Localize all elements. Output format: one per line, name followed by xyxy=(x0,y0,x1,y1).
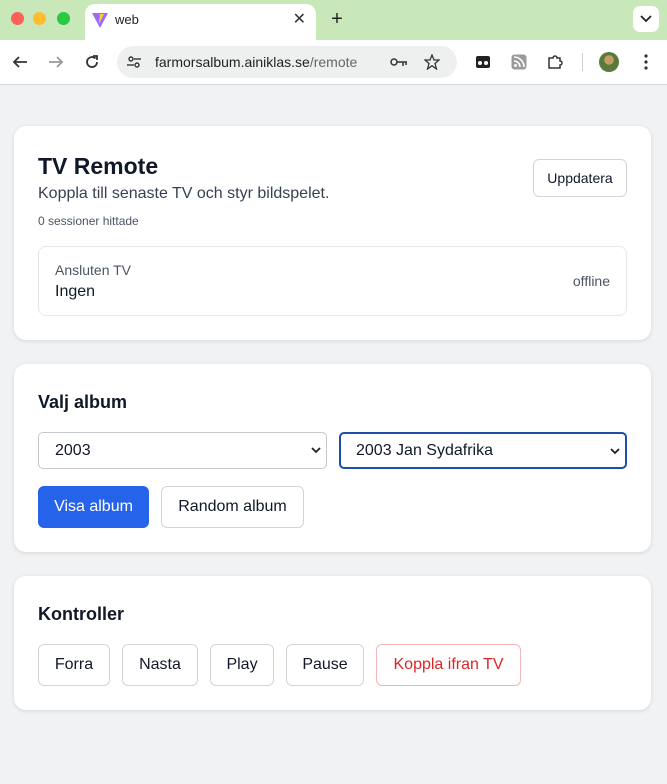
controls-heading: Kontroller xyxy=(38,604,125,624)
reload-icon[interactable] xyxy=(82,52,102,72)
tab-search-button[interactable] xyxy=(633,6,659,32)
close-tab-icon[interactable]: ✕ xyxy=(293,11,306,29)
address-bar[interactable]: farmorsalbum.ainiklas.se/remote xyxy=(117,46,457,78)
toolbar-divider xyxy=(582,53,583,71)
pause-button[interactable]: Pause xyxy=(286,644,364,686)
chevron-down-icon xyxy=(610,448,620,455)
show-album-button[interactable]: Visa album xyxy=(38,486,149,528)
album-heading: Valj album xyxy=(38,392,128,412)
sessions-count: 0 sessioner hittade xyxy=(38,214,139,228)
bookmark-star-icon[interactable] xyxy=(423,54,441,70)
rss-feed-icon[interactable] xyxy=(510,53,528,71)
year-select[interactable]: 2003 xyxy=(38,432,327,469)
tab-title: web xyxy=(115,12,139,27)
controls-card: Kontroller Forra Nasta Play Pause Koppla… xyxy=(14,576,651,710)
page-title: TV Remote xyxy=(38,153,159,179)
disconnect-tv-button[interactable]: Koppla ifran TV xyxy=(376,644,521,686)
minimize-window-button[interactable] xyxy=(33,12,46,25)
previous-button[interactable]: Forra xyxy=(38,644,110,686)
kebab-menu-icon[interactable] xyxy=(636,52,656,72)
close-window-button[interactable] xyxy=(11,12,24,25)
next-button[interactable]: Nasta xyxy=(122,644,198,686)
page-subtitle: Koppla till senaste TV och styr bildspel… xyxy=(38,185,330,202)
browser-toolbar: farmorsalbum.ainiklas.se/remote xyxy=(0,40,667,85)
connected-tv-panel: Ansluten TV Ingen offline xyxy=(38,246,627,316)
album-select-value: 2003 Jan Sydafrika xyxy=(356,442,493,459)
vite-logo-icon xyxy=(91,11,109,29)
back-arrow-icon[interactable] xyxy=(10,52,30,72)
forward-arrow-icon[interactable] xyxy=(46,52,66,72)
play-button[interactable]: Play xyxy=(210,644,274,686)
connected-tv-label: Ansluten TV xyxy=(55,262,132,278)
remote-card: TV Remote Koppla till senaste TV och sty… xyxy=(14,126,651,340)
connected-tv-value: Ingen xyxy=(55,283,96,300)
random-album-button[interactable]: Random album xyxy=(161,486,304,528)
maximize-window-button[interactable] xyxy=(57,12,70,25)
refresh-button[interactable]: Uppdatera xyxy=(533,159,627,197)
album-card: Valj album 2003 2003 Jan Sydafrika Visa … xyxy=(14,364,651,552)
new-tab-icon[interactable]: + xyxy=(326,8,348,30)
browser-tab-strip: web ✕ + xyxy=(0,0,667,40)
connection-status: offline xyxy=(572,273,610,289)
extensions-puzzle-icon[interactable] xyxy=(546,53,564,71)
url-text: farmorsalbum.ainiklas.se/remote xyxy=(155,54,358,70)
profile-avatar[interactable] xyxy=(599,52,619,72)
chevron-down-icon xyxy=(640,15,652,23)
site-info-icon[interactable] xyxy=(126,54,142,70)
chevron-down-icon xyxy=(311,447,321,454)
browser-tab[interactable]: web ✕ xyxy=(85,4,316,40)
year-select-value: 2003 xyxy=(55,442,91,459)
album-select[interactable]: 2003 Jan Sydafrika xyxy=(339,432,627,469)
password-key-icon[interactable] xyxy=(390,54,408,70)
extension-glasses-icon[interactable] xyxy=(474,53,492,71)
